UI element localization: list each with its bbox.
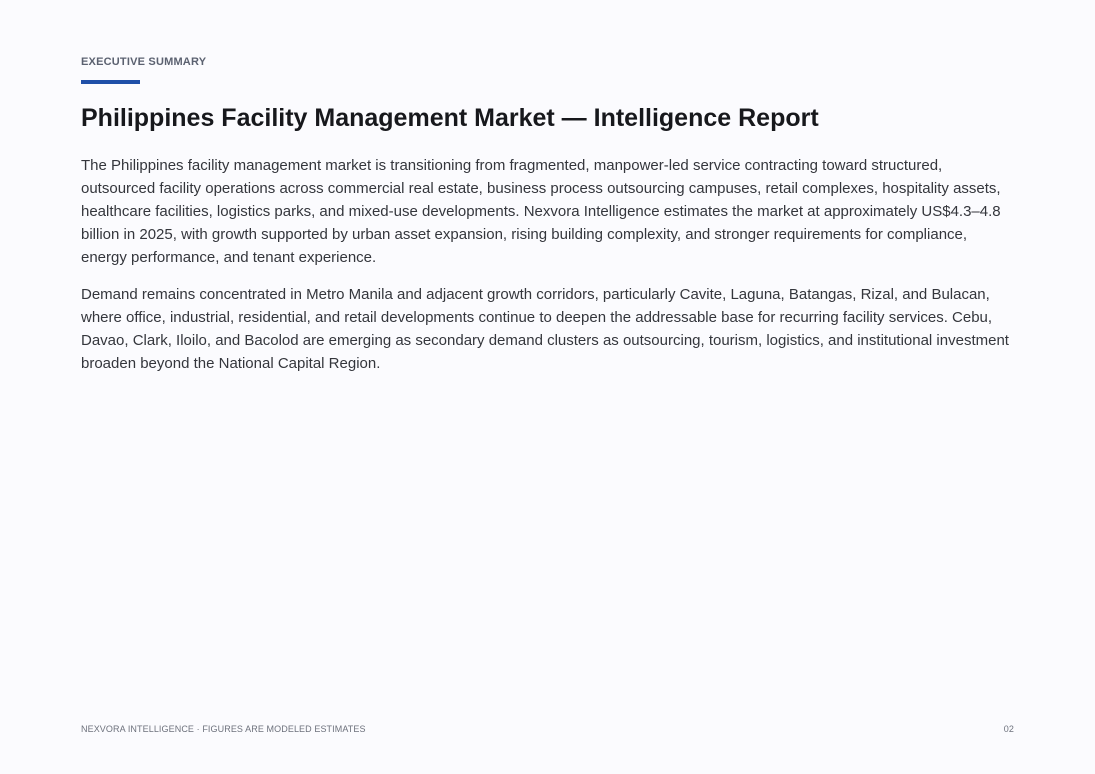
footer-source-note: NEXVORA INTELLIGENCE · FIGURES ARE MODEL… [81, 724, 366, 734]
summary-body: The Philippines facility management mark… [81, 154, 1016, 389]
page-title: Philippines Facility Management Market —… [81, 104, 819, 132]
summary-paragraph-1: The Philippines facility management mark… [81, 157, 1001, 266]
summary-paragraph-2: Demand remains concentrated in Metro Man… [81, 286, 1009, 372]
section-eyebrow: EXECUTIVE SUMMARY [81, 56, 207, 68]
accent-rule [81, 80, 140, 84]
page-number: 02 [1003, 724, 1014, 734]
report-page: EXECUTIVE SUMMARY Philippines Facility M… [0, 0, 1095, 774]
